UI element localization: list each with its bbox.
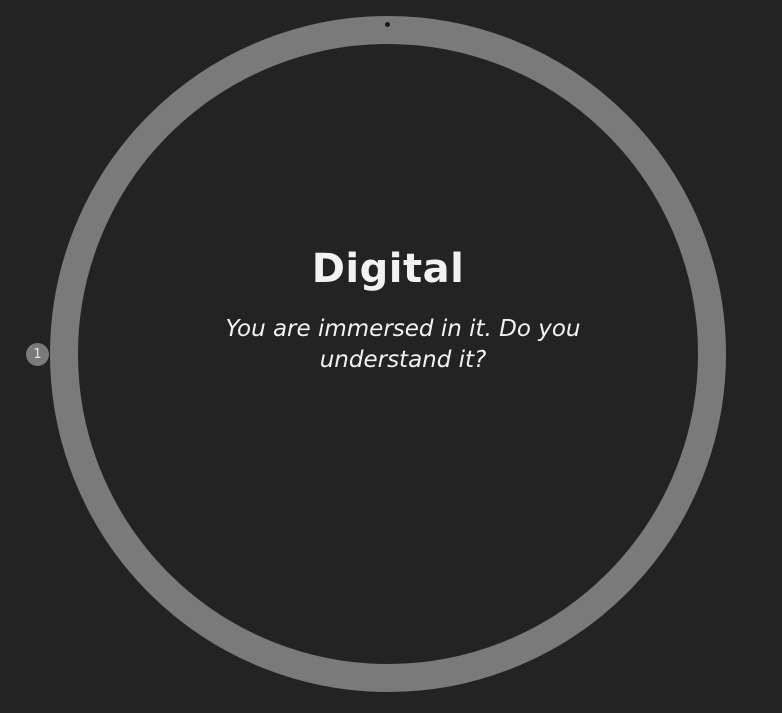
circle-path-marker — [385, 22, 390, 27]
step-number-badge[interactable]: 1 — [26, 343, 49, 366]
slide-canvas: Digital You are immersed in it. Do you u… — [0, 0, 782, 713]
slide-title: Digital — [311, 246, 465, 292]
slide-subtitle: You are immersed in it. Do you understan… — [225, 316, 581, 373]
